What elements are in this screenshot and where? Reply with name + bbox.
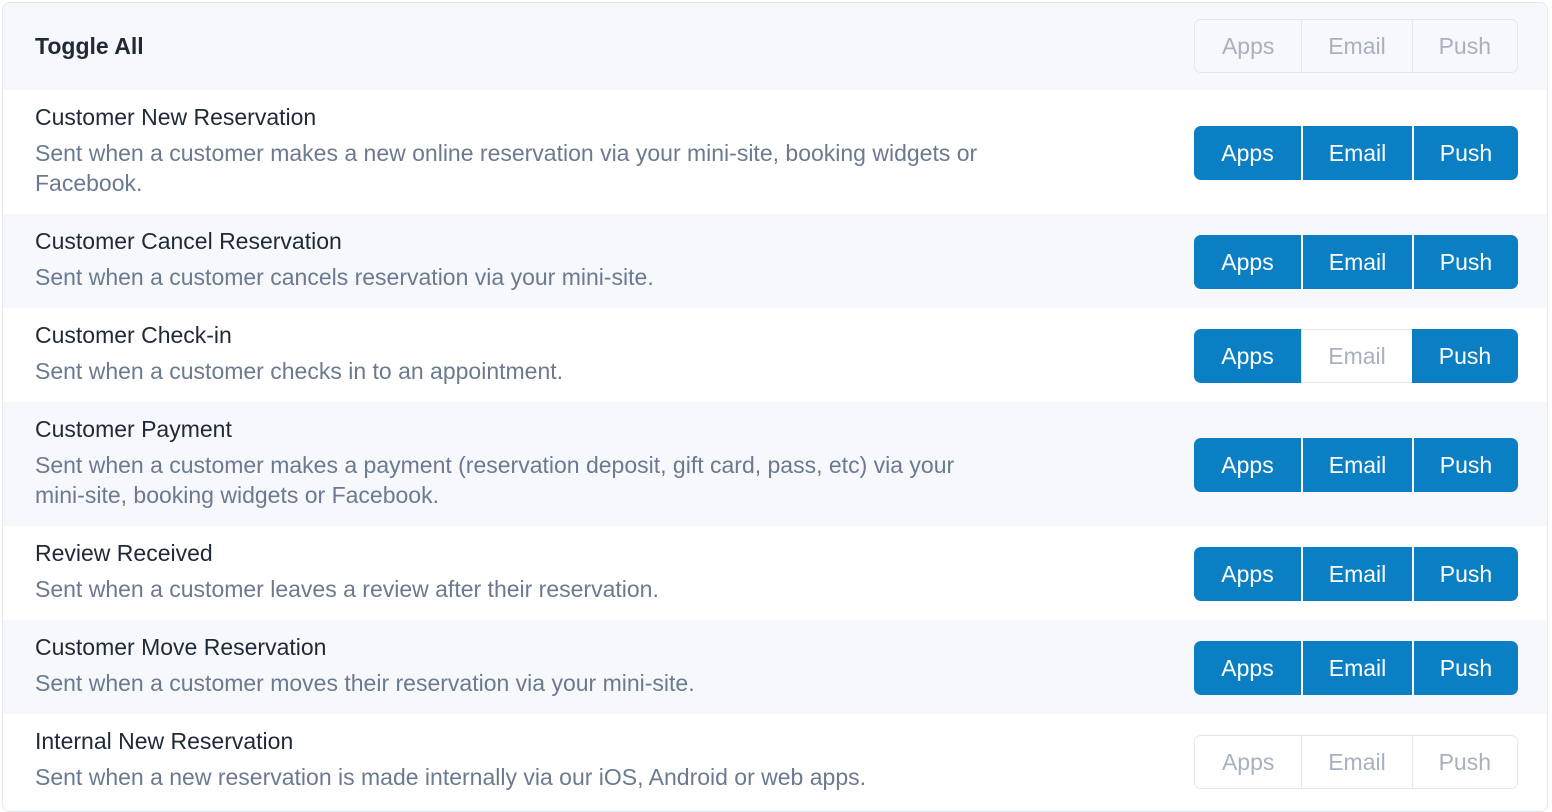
apps-toggle-button[interactable]: Apps xyxy=(1194,235,1301,289)
row-title: Customer Payment xyxy=(35,416,232,442)
row-title: Internal New Reservation xyxy=(35,728,294,754)
toggle-all-label: Toggle All xyxy=(35,33,144,59)
row-title: Review Received xyxy=(35,540,213,566)
toggle-all-row: Toggle All Apps Email Push xyxy=(3,3,1547,90)
email-toggle-button[interactable]: Email xyxy=(1301,547,1412,601)
channel-segmented-control: Apps Email Push xyxy=(1194,641,1518,695)
channel-segmented-control: Apps Email Push xyxy=(1194,235,1518,289)
row-description: Sent when a customer makes a new online … xyxy=(35,140,978,196)
row-description: Sent when a customer leaves a review aft… xyxy=(35,576,659,602)
notification-settings-panel: Toggle All Apps Email Push Customer New … xyxy=(2,2,1548,812)
row-title: Customer Check-in xyxy=(35,322,232,348)
toggle-all-segmented-control: Apps Email Push xyxy=(1194,19,1518,73)
email-toggle-button[interactable]: Email xyxy=(1301,329,1412,383)
push-toggle-button[interactable]: Push xyxy=(1411,736,1517,788)
channel-segmented-control: Apps Email Push xyxy=(1194,438,1518,492)
row-description: Sent when a customer makes a payment (re… xyxy=(35,452,955,508)
row-title: Customer New Reservation xyxy=(35,104,317,130)
email-toggle-button[interactable]: Email xyxy=(1301,736,1412,788)
row-title: Customer Move Reservation xyxy=(35,634,327,660)
push-toggle-button[interactable]: Push xyxy=(1412,438,1518,492)
email-toggle-button[interactable]: Email xyxy=(1301,235,1412,289)
apps-toggle-button[interactable]: Apps xyxy=(1194,547,1301,601)
apps-toggle-button[interactable]: Apps xyxy=(1195,736,1302,788)
push-toggle-button[interactable]: Push xyxy=(1412,126,1518,180)
row-description: Sent when a customer moves their reserva… xyxy=(35,670,695,696)
notification-row-customer-check-in: Customer Check-in Sent when a customer c… xyxy=(3,308,1547,402)
channel-segmented-control: Apps Email Push xyxy=(1194,126,1518,180)
apps-toggle-button[interactable]: Apps xyxy=(1194,438,1301,492)
channel-segmented-control: Apps Email Push xyxy=(1194,547,1518,601)
row-description: Sent when a customer cancels reservation… xyxy=(35,264,654,290)
notification-row-customer-new-reservation: Customer New Reservation Sent when a cus… xyxy=(3,90,1547,214)
email-toggle-button[interactable]: Email xyxy=(1301,438,1412,492)
push-toggle-button[interactable]: Push xyxy=(1412,329,1518,383)
row-description: Sent when a new reservation is made inte… xyxy=(35,764,866,790)
row-title: Customer Cancel Reservation xyxy=(35,228,342,254)
apps-toggle-button[interactable]: Apps xyxy=(1194,329,1301,383)
apps-toggle-button[interactable]: Apps xyxy=(1194,641,1301,695)
notification-row-customer-payment: Customer Payment Sent when a customer ma… xyxy=(3,402,1547,526)
apps-toggle-button[interactable]: Apps xyxy=(1194,126,1301,180)
toggle-all-apps-button[interactable]: Apps xyxy=(1195,20,1302,72)
email-toggle-button[interactable]: Email xyxy=(1301,126,1412,180)
push-toggle-button[interactable]: Push xyxy=(1412,641,1518,695)
toggle-all-push-button[interactable]: Push xyxy=(1411,20,1517,72)
notification-row-review-received: Review Received Sent when a customer lea… xyxy=(3,526,1547,620)
channel-segmented-control: Apps Email Push xyxy=(1194,735,1518,789)
notification-row-internal-new-reservation: Internal New Reservation Sent when a new… xyxy=(3,714,1547,808)
push-toggle-button[interactable]: Push xyxy=(1412,547,1518,601)
notification-row-customer-move-reservation: Customer Move Reservation Sent when a cu… xyxy=(3,620,1547,714)
push-toggle-button[interactable]: Push xyxy=(1412,235,1518,289)
channel-segmented-control: Apps Email Push xyxy=(1194,329,1518,383)
toggle-all-email-button[interactable]: Email xyxy=(1301,20,1412,72)
notification-row-customer-cancel-reservation: Customer Cancel Reservation Sent when a … xyxy=(3,214,1547,308)
row-description: Sent when a customer checks in to an app… xyxy=(35,358,564,384)
email-toggle-button[interactable]: Email xyxy=(1301,641,1412,695)
